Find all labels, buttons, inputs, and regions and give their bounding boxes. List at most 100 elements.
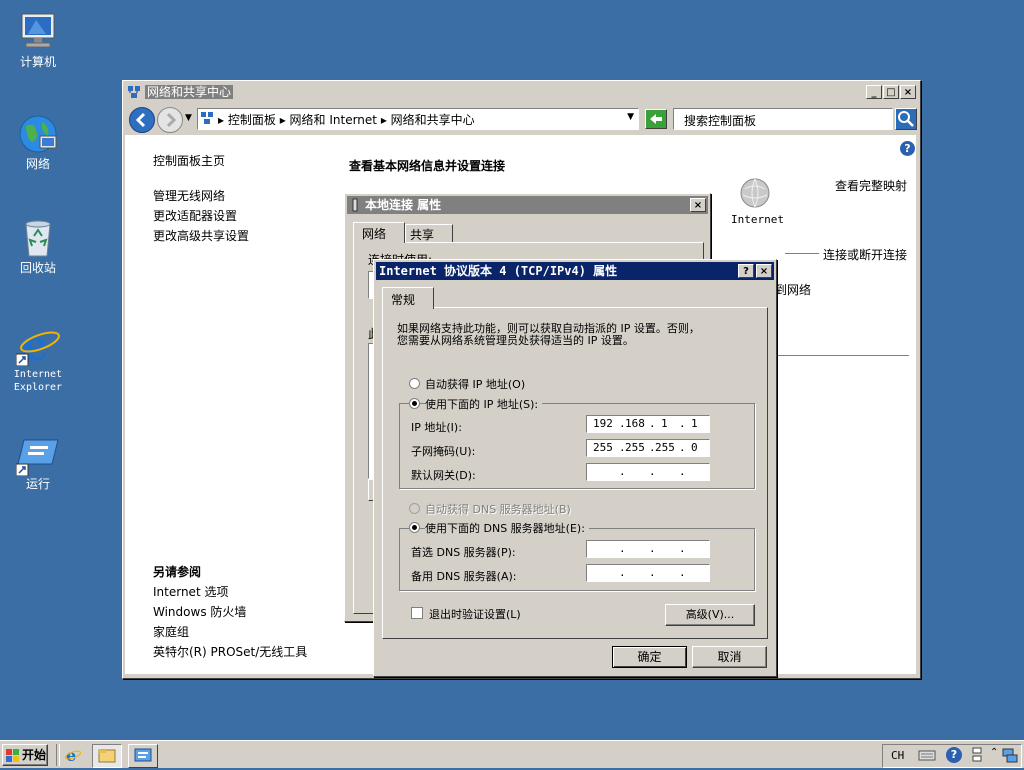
tab-sharing-label: 共享: [410, 228, 435, 242]
tab-network[interactable]: 网络: [353, 222, 405, 243]
desktop-icon-ie[interactable]: e Internet Explorer: [3, 321, 73, 394]
search-button[interactable]: [895, 108, 917, 130]
quicklaunch-explorer-icon[interactable]: [92, 744, 122, 768]
homegroup-link[interactable]: 家庭组: [153, 623, 189, 640]
control-panel-home-link[interactable]: 控制面板主页: [153, 152, 225, 169]
breadcrumb-network-internet[interactable]: 网络和 Internet: [290, 113, 377, 127]
desktop-icon-network[interactable]: 网络: [3, 112, 73, 171]
close-button[interactable]: ×: [690, 198, 706, 212]
breadcrumb-sep-icon: ▸: [279, 113, 290, 127]
ip-octet-1: 192: [593, 417, 613, 430]
maximize-button[interactable]: □: [883, 85, 899, 99]
address-box[interactable]: ▸ 控制面板 ▸ 网络和 Internet ▸ 网络和共享中心 ▼: [197, 108, 639, 130]
description-line-2: 您需要从网络系统管理员处获得适当的 IP 设置。: [397, 334, 634, 347]
advanced-button[interactable]: 高级(V)...: [665, 604, 755, 626]
ip-octet-4: 1: [691, 417, 698, 430]
divider-line: [785, 253, 819, 254]
forward-button[interactable]: [157, 107, 183, 133]
view-full-map-link[interactable]: 查看完整映射: [835, 177, 907, 194]
recycle-bin-icon: [16, 216, 60, 260]
quicklaunch-ie-icon[interactable]: e: [64, 746, 82, 765]
change-adapter-link[interactable]: 更改适配器设置: [153, 207, 237, 224]
gateway-input[interactable]: . . .: [586, 463, 710, 481]
ip-dot: .: [679, 417, 686, 430]
close-button[interactable]: ×: [756, 264, 772, 278]
cancel-button[interactable]: 取消: [692, 646, 767, 668]
windows-firewall-link[interactable]: Windows 防火墙: [153, 603, 246, 620]
help-button[interactable]: ?: [738, 264, 754, 278]
tab-sharing[interactable]: 共享: [405, 224, 453, 242]
subnet-mask-input[interactable]: 255 . 255 . 255 . 0: [586, 439, 710, 457]
validate-checkbox[interactable]: [411, 607, 423, 619]
history-dropdown-icon[interactable]: ▼: [185, 113, 192, 123]
desktop-icon-recycle-bin[interactable]: 回收站: [3, 216, 73, 275]
desktop-icon-run[interactable]: 运行: [3, 432, 73, 491]
ip-address-input[interactable]: 192 . 168 . 1 . 1: [586, 415, 710, 433]
run-icon: [15, 432, 60, 477]
breadcrumb-control-panel[interactable]: 控制面板: [228, 113, 276, 127]
ip-dot: .: [619, 542, 626, 555]
mask-octet-2: 255: [625, 441, 645, 454]
breadcrumb-sharing-center[interactable]: 网络和共享中心: [391, 113, 475, 127]
quicklaunch-server-manager-icon[interactable]: [128, 744, 158, 768]
keyboard-icon[interactable]: [918, 748, 936, 762]
internet-options-link[interactable]: Internet 选项: [153, 583, 228, 600]
auto-ip-label[interactable]: 自动获得 IP 地址(O): [425, 376, 525, 392]
breadcrumb-sep-icon: ▸: [380, 113, 391, 127]
search-input[interactable]: 搜索控制面板: [673, 108, 893, 130]
connect-disconnect-link[interactable]: 连接或断开连接: [823, 246, 907, 263]
help-icon[interactable]: ?: [900, 141, 915, 156]
desktop-icon-label: 网络: [25, 157, 50, 171]
taskbar-separator: [56, 744, 60, 766]
ok-button[interactable]: 确定: [612, 646, 687, 668]
manual-dns-radio[interactable]: [409, 522, 420, 533]
auto-dns-label: 自动获得 DNS 服务器地址(B): [425, 503, 571, 516]
intel-proset-link[interactable]: 英特尔(R) PROSet/无线工具: [153, 643, 307, 660]
tab-general[interactable]: 常规: [382, 287, 434, 309]
internet-explorer-icon: e: [15, 321, 60, 370]
language-indicator[interactable]: CH: [891, 749, 904, 762]
address-dropdown-icon[interactable]: ▼: [627, 112, 634, 122]
address-network-icon: [200, 111, 214, 128]
tray-expand-icon[interactable]: ⌃: [990, 747, 998, 758]
manual-ip-label[interactable]: 使用下面的 IP 地址(S):: [425, 396, 543, 412]
ip-dot: .: [649, 417, 656, 430]
ip-dot: .: [679, 542, 686, 555]
connection-icon: [350, 198, 360, 212]
manual-ip-radio[interactable]: [409, 398, 420, 409]
internet-label: Internet: [731, 213, 784, 226]
ip-dot: .: [679, 566, 686, 579]
minimize-button[interactable]: _: [866, 85, 882, 99]
close-button[interactable]: ×: [900, 85, 916, 99]
dialog-titlebar[interactable]: Internet 协议版本 4 (TCP/IPv4) 属性 ? ×: [376, 262, 774, 280]
ip-octet-3: 1: [661, 417, 668, 430]
manual-dns-label[interactable]: 使用下面的 DNS 服务器地址(E):: [425, 520, 589, 536]
tray-settings-icon[interactable]: [970, 746, 984, 764]
refresh-button[interactable]: [645, 109, 667, 129]
dialog-titlebar[interactable]: 本地连接 属性 ×: [347, 196, 708, 214]
desktop-icon-computer[interactable]: 计算机: [3, 10, 73, 69]
advanced-sharing-link[interactable]: 更改高级共享设置: [153, 227, 249, 244]
preferred-dns-input[interactable]: . . .: [586, 540, 710, 558]
manage-wireless-link[interactable]: 管理无线网络: [153, 187, 225, 204]
ip-dot: .: [679, 465, 686, 478]
validate-label[interactable]: 退出时验证设置(L): [429, 606, 521, 622]
auto-ip-radio[interactable]: [409, 378, 420, 389]
window-titlebar[interactable]: 网络和共享中心 _ □ ×: [125, 83, 918, 101]
dialog-title: Internet 协议版本 4 (TCP/IPv4) 属性: [379, 264, 618, 278]
start-button[interactable]: 开始: [2, 744, 48, 766]
back-button[interactable]: [129, 107, 155, 133]
ipv4-properties-dialog: Internet 协议版本 4 (TCP/IPv4) 属性 ? × 常规 如果网…: [373, 259, 777, 677]
alternate-dns-input[interactable]: . . .: [586, 564, 710, 582]
desktop-icon-label: 运行: [25, 477, 50, 491]
network-tray-icon[interactable]: [1002, 747, 1018, 763]
mask-octet-4: 0: [691, 441, 698, 454]
divider-line: [775, 355, 909, 356]
gateway-label: 默认网关(D):: [411, 469, 476, 482]
ip-octet-2: 168: [625, 417, 645, 430]
tray-help-icon[interactable]: ?: [946, 747, 962, 763]
windows-logo-icon: [6, 749, 20, 769]
page-heading: 查看基本网络信息并设置连接: [349, 159, 506, 173]
navigation-bar: ▼ ▸ 控制面板 ▸ 网络和 Internet ▸ 网络和共享中心 ▼ 搜索控制…: [125, 105, 917, 133]
ip-address-label: IP 地址(I):: [411, 421, 462, 434]
